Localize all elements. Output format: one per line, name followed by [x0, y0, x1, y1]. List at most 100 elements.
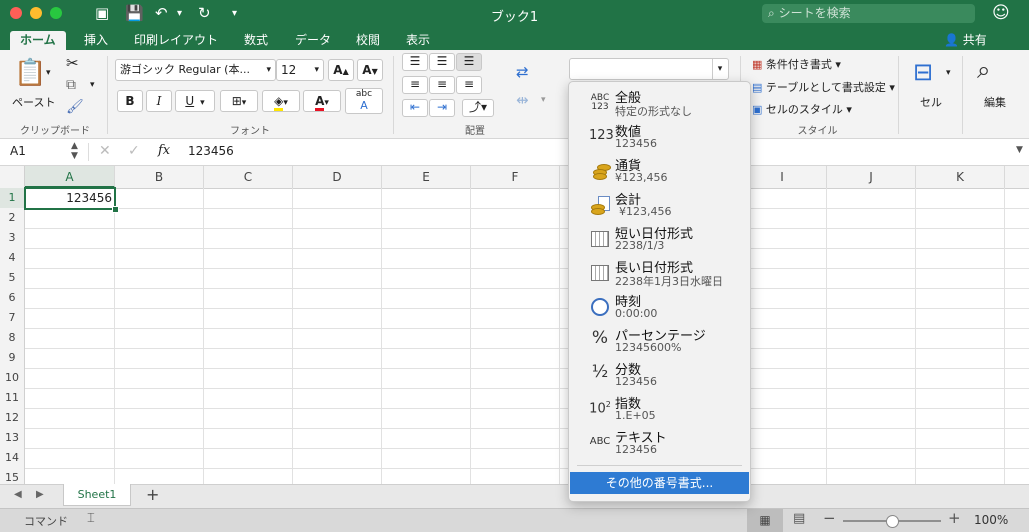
name-box-stepper-icon[interactable]: ▲ ▼ — [71, 141, 78, 161]
macro-record-icon[interactable]: ⌶ — [87, 511, 95, 526]
format-painter-icon[interactable]: 🖌 — [66, 99, 84, 115]
zoom-slider-handle[interactable] — [886, 515, 899, 528]
format-item-currency[interactable]: 通貨 ¥123,456 — [569, 154, 750, 188]
number-format-select[interactable]: ▾ — [569, 58, 729, 80]
formula-input[interactable]: 123456 — [188, 144, 234, 158]
zoom-out-icon[interactable]: − — [823, 509, 836, 527]
tab-review[interactable]: 校閲 — [346, 31, 390, 50]
row-header-2[interactable]: 2 — [0, 208, 25, 229]
insert-function-icon[interactable]: fx — [158, 143, 170, 158]
italic-button[interactable]: I — [146, 90, 172, 112]
zoom-in-icon[interactable]: + — [948, 509, 961, 527]
tab-data[interactable]: データ — [285, 31, 341, 50]
column-header-k[interactable]: K — [916, 166, 1005, 188]
align-middle-button[interactable]: ☰ — [429, 53, 455, 71]
format-item-accounting[interactable]: 会計 ¥123,456 — [569, 188, 750, 222]
cell-styles-button[interactable]: ▣ セルのスタイル ▾ — [752, 101, 852, 117]
merge-dropdown-icon[interactable]: ▾ — [541, 95, 546, 105]
cells-dropdown-icon[interactable]: ▾ — [946, 68, 951, 78]
underline-button[interactable]: U ▾ — [175, 90, 215, 112]
format-item-long-date[interactable]: 長い日付形式 2238年1月3日水曜日 — [569, 256, 750, 290]
row-header-6[interactable]: 6 — [0, 288, 25, 309]
tab-page-layout[interactable]: 印刷レイアウト — [124, 31, 228, 50]
increase-font-size-button[interactable]: A▲ — [328, 59, 354, 81]
cancel-icon[interactable]: ✕ — [99, 143, 111, 159]
add-sheet-icon[interactable]: + — [146, 485, 159, 504]
format-item-fraction[interactable]: ½ 分数 123456 — [569, 358, 750, 392]
decrease-indent-button[interactable]: ⇤ — [402, 99, 428, 117]
cells-label[interactable]: セル — [920, 94, 942, 110]
page-layout-view-icon[interactable]: ▤ — [793, 511, 805, 526]
name-box[interactable]: A1 — [10, 144, 26, 158]
row-header-8[interactable]: 8 — [0, 328, 25, 349]
font-size-select[interactable]: 12 ▾ — [276, 59, 324, 81]
column-header-a[interactable]: A — [25, 166, 115, 188]
format-item-general[interactable]: ABC 123 全般 特定の形式なし — [569, 86, 750, 120]
row-header-11[interactable]: 11 — [0, 388, 25, 409]
copy-dropdown-icon[interactable]: ▾ — [90, 80, 95, 90]
more-number-formats-button[interactable]: その他の番号書式... — [570, 472, 749, 494]
bold-button[interactable]: B — [117, 90, 143, 112]
select-all-corner[interactable] — [0, 166, 25, 188]
phonetic-guide-button[interactable]: abc A — [345, 88, 383, 114]
format-item-number[interactable]: 123 数値 123456 — [569, 120, 750, 154]
cells-icon[interactable]: ⊟ — [913, 58, 933, 86]
row-header-10[interactable]: 10 — [0, 368, 25, 389]
row-header-3[interactable]: 3 — [0, 228, 25, 249]
align-center-button[interactable]: ≡ — [429, 76, 455, 94]
merge-cells-icon[interactable]: ⇹ — [516, 91, 529, 109]
align-left-button[interactable]: ≡ — [402, 76, 428, 94]
row-header-5[interactable]: 5 — [0, 268, 25, 289]
borders-button[interactable]: ⊞▾ — [220, 90, 258, 112]
user-icon[interactable]: ☺ — [992, 3, 1010, 23]
orientation-button[interactable]: ⤴▾ — [462, 99, 494, 117]
tab-home[interactable]: ホーム — [10, 31, 66, 50]
row-header-7[interactable]: 7 — [0, 308, 25, 329]
tab-view[interactable]: 表示 — [396, 31, 440, 50]
tab-formulas[interactable]: 数式 — [234, 31, 278, 50]
increase-indent-button[interactable]: ⇥ — [429, 99, 455, 117]
confirm-icon[interactable]: ✓ — [128, 143, 140, 159]
share-button[interactable]: 👤 共有 — [944, 31, 987, 48]
row-header-15[interactable]: 15 — [0, 468, 25, 485]
align-top-button[interactable]: ☰ — [402, 53, 428, 71]
search-icon[interactable]: ⌕ — [977, 56, 990, 84]
cut-icon[interactable]: ✂ — [66, 54, 79, 72]
row-header-9[interactable]: 9 — [0, 348, 25, 369]
column-header-e[interactable]: E — [382, 166, 471, 188]
prev-sheet-icon[interactable]: ◀ — [14, 489, 22, 500]
column-header-i[interactable]: I — [738, 166, 827, 188]
zoom-level[interactable]: 100% — [974, 513, 1008, 527]
row-header-14[interactable]: 14 — [0, 448, 25, 469]
align-right-button[interactable]: ≡ — [456, 76, 482, 94]
tab-insert[interactable]: 挿入 — [74, 31, 118, 50]
row-header-1[interactable]: 1 — [0, 188, 25, 209]
fill-color-button[interactable]: ◈▾ — [262, 90, 300, 112]
format-item-percentage[interactable]: % パーセンテージ 12345600% — [569, 324, 750, 358]
format-item-text[interactable]: ABC テキスト 123456 — [569, 426, 750, 460]
search-sheet-input[interactable]: ⌕ シートを検索 — [762, 4, 975, 23]
column-header-d[interactable]: D — [293, 166, 382, 188]
edit-label[interactable]: 編集 — [984, 94, 1006, 110]
decrease-font-size-button[interactable]: A▼ — [357, 59, 383, 81]
column-header-f[interactable]: F — [471, 166, 560, 188]
fill-handle[interactable] — [112, 206, 119, 213]
paste-label[interactable]: ペースト — [12, 94, 55, 110]
row-header-4[interactable]: 4 — [0, 248, 25, 269]
cell-a1[interactable]: 123456 — [24, 187, 116, 210]
column-header-b[interactable]: B — [115, 166, 204, 188]
conditional-formatting-button[interactable]: ▦ 条件付き書式 ▾ — [752, 56, 841, 72]
normal-view-icon[interactable]: ▦ — [747, 509, 783, 532]
format-item-time[interactable]: 時刻 0:00:00 — [569, 290, 750, 324]
font-name-select[interactable]: 游ゴシック Regular (本... ▾ — [115, 59, 276, 81]
copy-icon[interactable]: ⧉ — [66, 77, 76, 93]
wrap-text-icon[interactable]: ⇄ — [516, 63, 529, 81]
column-header-j[interactable]: J — [827, 166, 916, 188]
column-header-c[interactable]: C — [204, 166, 293, 188]
paste-dropdown-icon[interactable]: ▾ — [46, 68, 51, 78]
expand-formula-icon[interactable]: ▼ — [1016, 145, 1023, 155]
format-as-table-button[interactable]: ▤ テーブルとして書式設定 ▾ — [752, 79, 895, 95]
sheet-tab-sheet1[interactable]: Sheet1 — [63, 484, 131, 506]
format-item-scientific[interactable]: 102 指数 1.E+05 — [569, 392, 750, 426]
font-color-button[interactable]: A▾ — [303, 90, 341, 112]
